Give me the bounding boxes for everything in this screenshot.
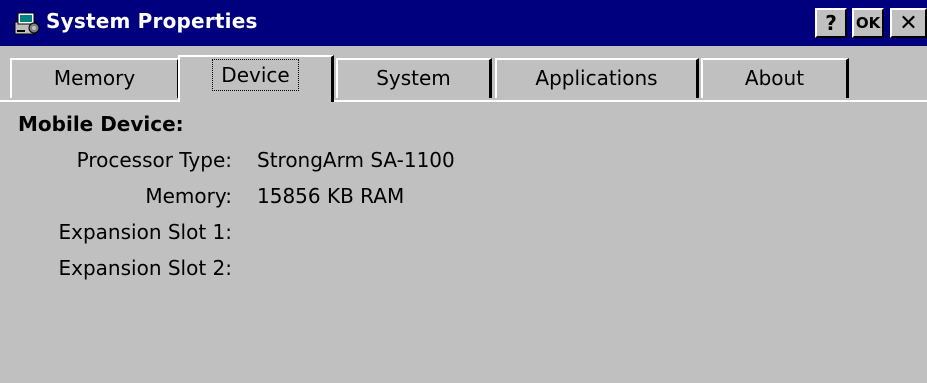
title-bar: System Properties ? OK ✕ (0, 0, 927, 46)
field-label: Memory: (145, 184, 232, 208)
tab-about[interactable]: About (701, 58, 849, 98)
tab-applications[interactable]: Applications (495, 58, 699, 98)
field-label: Expansion Slot 1: (58, 220, 233, 244)
window-title: System Properties (46, 9, 258, 33)
field-value: 15856 KB RAM (257, 184, 405, 208)
field-row-processor: Processor Type: StrongArm SA-1100 (0, 148, 927, 176)
help-button[interactable]: ? (815, 8, 847, 38)
field-label: Expansion Slot 2: (58, 256, 233, 280)
field-row-expansion-slot-2: Expansion Slot 2: (0, 256, 927, 284)
field-label: Processor Type: (76, 148, 232, 172)
field-row-memory: Memory: 15856 KB RAM (0, 184, 927, 212)
tab-label: Memory (53, 66, 136, 90)
tab-label: About (744, 66, 805, 90)
tab-label: Applications (535, 66, 658, 90)
system-properties-icon (14, 12, 40, 35)
tab-device[interactable]: Device (178, 55, 334, 102)
tab-strip: Memory Device System Applications About (0, 46, 927, 102)
tab-system[interactable]: System (336, 58, 492, 98)
field-value: StrongArm SA-1100 (257, 148, 455, 172)
system-properties-window: System Properties ? OK ✕ Memory Device S… (0, 0, 927, 383)
tab-memory[interactable]: Memory (10, 58, 180, 98)
field-row-expansion-slot-1: Expansion Slot 1: (0, 220, 927, 248)
tab-label: System (376, 66, 451, 90)
section-heading: Mobile Device: (18, 112, 184, 136)
device-panel: Mobile Device: Processor Type: StrongArm… (0, 102, 927, 383)
ok-button[interactable]: OK (852, 8, 884, 38)
close-button[interactable]: ✕ (890, 8, 927, 38)
tab-label: Device (212, 59, 299, 91)
